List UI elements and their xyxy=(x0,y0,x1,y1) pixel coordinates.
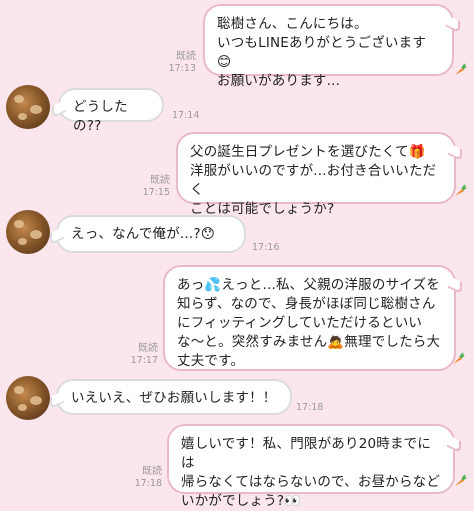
contact-avatar[interactable] xyxy=(6,210,50,254)
read-receipt: 既読 xyxy=(138,343,158,354)
timestamp: 17:13 xyxy=(168,63,196,74)
contact-avatar[interactable] xyxy=(6,376,50,420)
read-receipt: 既読 xyxy=(142,466,162,477)
message-bubble-incoming[interactable]: いえいえ、ぜひお願いします！！ xyxy=(56,379,292,415)
carrot-icon xyxy=(455,63,467,75)
message-meta: 既読 17:17 xyxy=(122,343,158,367)
timestamp: 17:17 xyxy=(130,355,158,366)
message-bubble-outgoing[interactable]: 聡樹さん、こんにちは。 いつもLINEありがとうございます😊 お願いがあります.… xyxy=(203,4,454,89)
timestamp: 17:18 xyxy=(134,478,162,489)
contact-avatar[interactable] xyxy=(6,85,50,129)
timestamp: 17:16 xyxy=(252,242,280,253)
message-bubble-outgoing[interactable]: あっ💦えっと...私、父親の洋服のサイズを 知らず、なので、身長がほぼ同じ聡樹さ… xyxy=(163,265,456,371)
message-meta: 既読 17:18 xyxy=(126,466,162,490)
message-meta: 既読 17:15 xyxy=(134,175,170,199)
message-bubble-outgoing[interactable]: 父の誕生日プレゼントを選びたくて🎁 洋服がいいのですが...お付き合いいただく … xyxy=(176,132,456,217)
timestamp: 17:18 xyxy=(296,402,324,413)
timestamp: 17:15 xyxy=(142,187,170,198)
read-receipt: 既読 xyxy=(176,51,196,62)
message-bubble-incoming[interactable]: えっ、なんで俺が...?😯 xyxy=(56,215,246,253)
message-bubble-outgoing[interactable]: 嬉しいです！私、門限があり20時までには 帰らなくてはならないので、お昼からなど… xyxy=(167,424,455,509)
carrot-icon xyxy=(455,474,467,486)
read-receipt: 既読 xyxy=(150,175,170,186)
carrot-icon xyxy=(453,352,465,364)
message-meta: 既読 17:13 xyxy=(160,51,196,75)
carrot-icon xyxy=(455,184,467,196)
timestamp: 17:14 xyxy=(172,110,200,121)
message-bubble-incoming[interactable]: どうしたの?? xyxy=(58,88,164,134)
